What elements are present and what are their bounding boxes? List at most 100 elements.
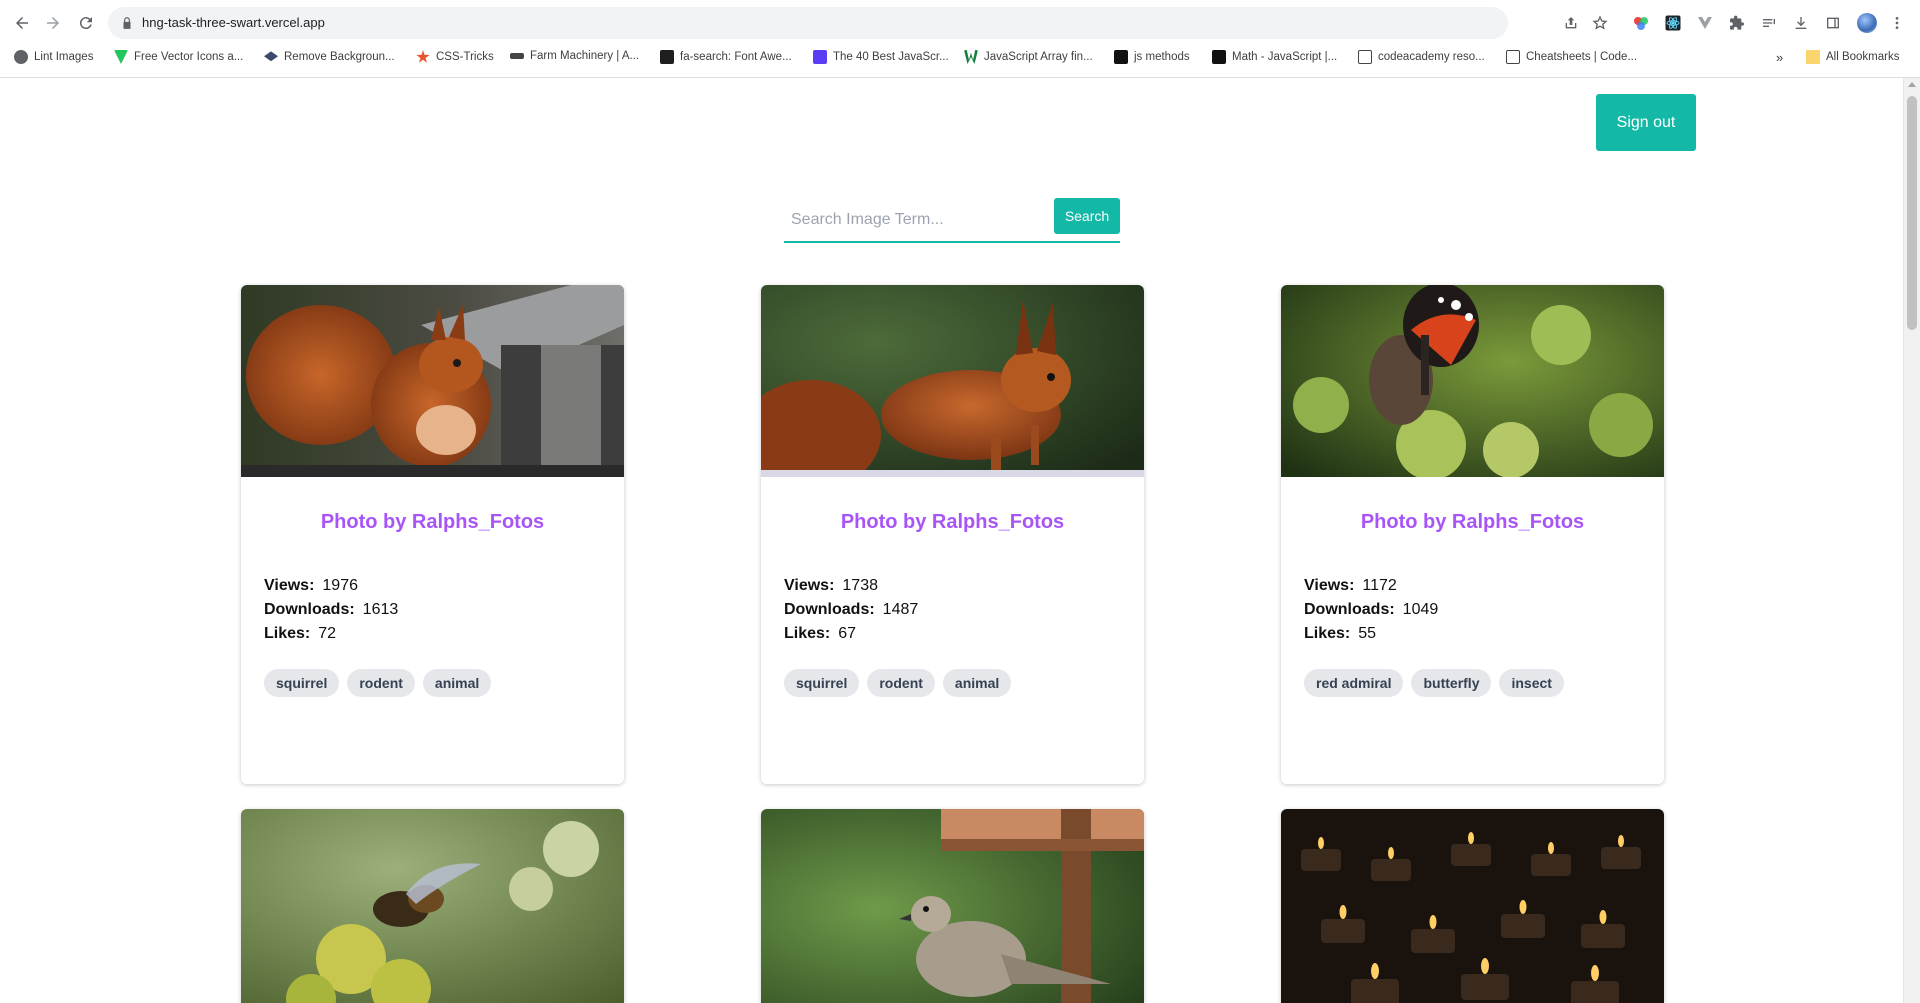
views-value: 1738 — [842, 577, 878, 594]
image-card[interactable]: Photo by Ralphs_Fotos Views: 1738 Downloa… — [761, 285, 1144, 784]
font-awesome-flag-icon — [660, 50, 674, 64]
image-card[interactable] — [761, 809, 1144, 1003]
image-card[interactable]: Photo by Ralphs_Fotos Views: 1172 Downloa… — [1281, 285, 1664, 784]
likes-value: 67 — [838, 625, 857, 642]
forward-button[interactable] — [41, 11, 65, 35]
back-button[interactable] — [10, 11, 34, 35]
bookmark-item[interactable]: codeacademy reso... — [1358, 50, 1485, 64]
downloads-label: Downloads: — [784, 601, 875, 618]
all-bookmarks-button[interactable]: All Bookmarks — [1806, 50, 1900, 64]
reading-list-icon[interactable] — [1760, 14, 1778, 32]
search-form: Search — [784, 198, 1120, 243]
url-text: hng-task-three-swart.vercel.app — [142, 15, 325, 30]
color-picker-extension-icon[interactable] — [1632, 14, 1650, 32]
react-devtools-icon[interactable] — [1664, 14, 1682, 32]
bookmarks-bar: Lint Images Free Vector Icons a... Remov… — [0, 46, 1920, 70]
vector-logo-icon — [114, 50, 128, 64]
squirrel-photo — [761, 285, 1144, 477]
views-label: Views: — [264, 577, 315, 594]
views-label: Views: — [1304, 577, 1355, 594]
browser-chrome: hng-task-three-swart.vercel.app Lint Ima… — [0, 0, 1920, 78]
download-icon[interactable] — [1792, 14, 1810, 32]
image-card[interactable] — [1281, 809, 1664, 1003]
bookmark-item[interactable]: js methods — [1114, 50, 1190, 64]
mdn-logo-icon — [1212, 50, 1226, 64]
bookmarks-overflow-button[interactable]: » — [1776, 50, 1783, 65]
codecademy-logo-icon — [1358, 50, 1372, 64]
likes-value: 55 — [1358, 625, 1377, 642]
tag[interactable]: red admiral — [1304, 669, 1404, 697]
puzzle-extensions-icon[interactable] — [1728, 14, 1746, 32]
bookmark-label: Cheatsheets | Code... — [1526, 51, 1638, 63]
dove-photo — [761, 809, 1144, 1003]
candles-photo — [1281, 809, 1664, 1003]
views-value: 1976 — [322, 577, 358, 594]
tag[interactable]: animal — [422, 669, 492, 697]
tag[interactable]: insect — [1499, 669, 1564, 697]
search-input[interactable] — [784, 198, 1048, 241]
page-scrollbar[interactable] — [1903, 78, 1920, 1003]
card-title: Photo by Ralphs_Fotos — [320, 511, 545, 533]
bookmark-label: codeacademy reso... — [1378, 51, 1485, 63]
kebab-menu-icon[interactable] — [1888, 14, 1906, 32]
star-icon[interactable] — [1592, 15, 1608, 31]
likes-label: Likes: — [264, 625, 311, 642]
bookmark-item[interactable]: Cheatsheets | Code... — [1506, 50, 1637, 64]
bookmark-label: CSS-Tricks — [436, 51, 494, 63]
vue-devtools-icon[interactable] — [1696, 14, 1714, 32]
likes-value: 72 — [318, 625, 337, 642]
tag[interactable]: rodent — [867, 669, 935, 697]
tag[interactable]: squirrel — [784, 669, 860, 697]
side-panel-icon[interactable] — [1824, 14, 1842, 32]
bookmark-label: js methods — [1134, 51, 1190, 63]
views-stat: Views: 1738 — [784, 577, 878, 595]
arrow-right-icon — [47, 17, 59, 29]
image-card[interactable] — [241, 809, 624, 1003]
bookmark-item[interactable]: Remove Backgroun... — [264, 50, 395, 64]
bookmark-item[interactable]: Farm Machinery | A... — [510, 50, 639, 62]
all-bookmarks-label: All Bookmarks — [1826, 51, 1900, 63]
bookmark-item[interactable]: Math - JavaScript |... — [1212, 50, 1337, 64]
likes-label: Likes: — [1304, 625, 1351, 642]
downloads-stat: Downloads: 1487 — [784, 601, 918, 619]
bookmark-label: Math - JavaScript |... — [1232, 51, 1338, 63]
bookmark-item[interactable]: Free Vector Icons a... — [114, 50, 243, 64]
tag-list: squirrel rodent animal — [784, 669, 1012, 697]
css-tricks-star-icon — [416, 50, 430, 63]
tag[interactable]: squirrel — [264, 669, 340, 697]
tag[interactable]: rodent — [347, 669, 415, 697]
downloads-value: 1487 — [882, 601, 919, 618]
tag-list: red admiral butterfly insect — [1304, 669, 1564, 697]
downloads-label: Downloads: — [264, 601, 355, 618]
lock-icon — [123, 17, 131, 29]
farm-machinery-logo-icon — [510, 53, 524, 59]
likes-stat: Likes: 67 — [784, 625, 856, 643]
bookmark-label: fa-search: Font Awe... — [680, 51, 792, 63]
bookmark-label: Lint Images — [34, 51, 94, 63]
bookmark-item[interactable]: Lint Images — [14, 50, 93, 64]
views-value: 1172 — [1362, 577, 1397, 594]
profile-avatar-icon[interactable] — [1857, 13, 1877, 33]
bookmark-item[interactable]: The 40 Best JavaScr... — [813, 50, 949, 64]
share-icon[interactable] — [1563, 15, 1579, 31]
browser-toolbar: hng-task-three-swart.vercel.app — [0, 0, 1920, 46]
address-bar[interactable]: hng-task-three-swart.vercel.app — [108, 7, 1608, 39]
views-label: Views: — [784, 577, 835, 594]
reload-button[interactable] — [74, 11, 98, 35]
image-card[interactable]: Photo by Ralphs_Fotos Views: 1976 Downloa… — [241, 285, 624, 784]
bookmark-item[interactable]: fa-search: Font Awe... — [660, 50, 792, 64]
downloads-value: 1049 — [1402, 601, 1439, 618]
tag[interactable]: butterfly — [1411, 669, 1492, 697]
tag[interactable]: animal — [942, 669, 1012, 697]
remove-bg-logo-icon — [264, 51, 278, 62]
scrollbar-thumb[interactable] — [1907, 96, 1917, 330]
globe-icon — [14, 50, 28, 64]
butterfly-photo — [1281, 285, 1664, 477]
sign-out-button[interactable]: Sign out — [1596, 94, 1696, 151]
bookmark-label: The 40 Best JavaScr... — [833, 51, 949, 63]
bookmark-item[interactable]: CSS-Tricks — [416, 50, 494, 64]
bookmark-item[interactable]: JavaScript Array fin... — [964, 50, 1093, 64]
search-button[interactable]: Search — [1054, 198, 1120, 234]
scroll-up-arrow-icon[interactable] — [1908, 82, 1916, 87]
card-title: Photo by Ralphs_Fotos — [840, 511, 1065, 533]
